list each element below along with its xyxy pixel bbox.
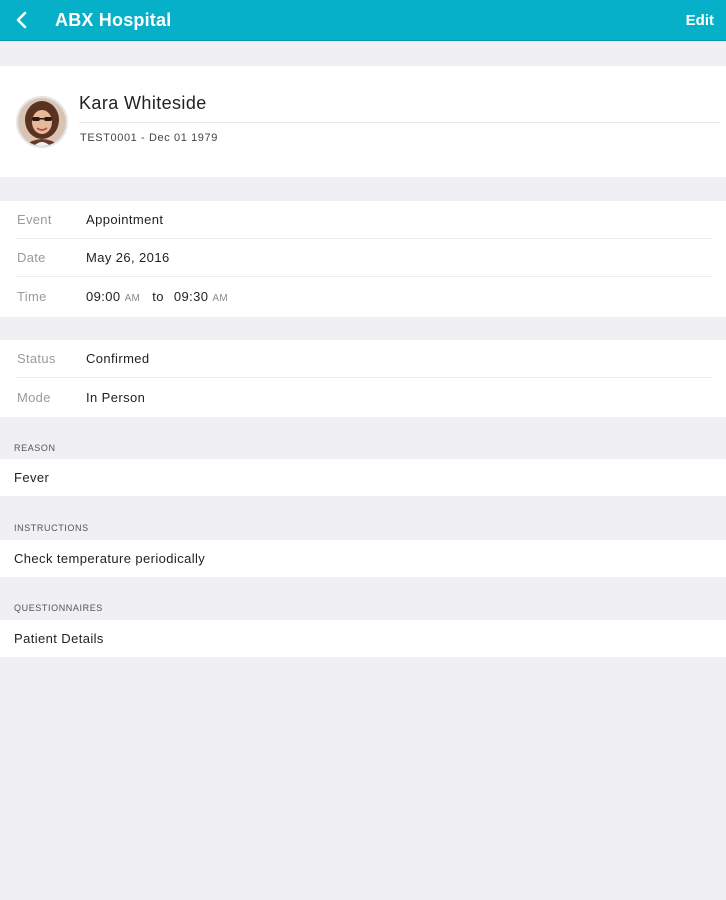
time-separator: to (152, 289, 164, 304)
instructions-row: Check temperature periodically (0, 540, 726, 577)
divider (16, 276, 712, 277)
instructions-value: Check temperature periodically (14, 551, 206, 566)
time-label: Time (17, 289, 47, 304)
time-row: Time 09:00 AM to 09:30 AM (0, 278, 726, 316)
divider (16, 377, 712, 378)
divider (79, 122, 720, 123)
date-label: Date (17, 250, 46, 265)
back-button[interactable] (8, 6, 36, 34)
start-time: 09:00 (86, 289, 121, 304)
status-label: Status (17, 351, 56, 366)
mode-label: Mode (17, 390, 51, 405)
status-details-card: Status Confirmed Mode In Person (0, 340, 726, 417)
event-value: Appointment (86, 212, 164, 227)
patient-card: Kara Whiteside TEST0001 - Dec 01 1979 (0, 66, 726, 177)
time-value: 09:00 AM to 09:30 AM (86, 289, 228, 304)
event-details-card: Event Appointment Date May 26, 2016 Time… (0, 201, 726, 317)
mode-value: In Person (86, 390, 146, 405)
avatar (16, 96, 68, 148)
date-row: Date May 26, 2016 (0, 239, 726, 277)
questionnaire-item[interactable]: Patient Details (0, 620, 726, 657)
status-value: Confirmed (86, 351, 150, 366)
chevron-left-icon (16, 11, 27, 29)
page-title: ABX Hospital (55, 10, 172, 30)
app-header: ABX Hospital Edit (0, 0, 726, 41)
end-ampm: AM (212, 293, 229, 304)
event-row: Event Appointment (0, 201, 726, 239)
instructions-header: INSTRUCTIONS (14, 523, 89, 533)
end-time: 09:30 (173, 289, 209, 304)
questionnaire-label: Patient Details (14, 631, 104, 646)
status-row: Status Confirmed (0, 340, 726, 378)
patient-id-dob: TEST0001 - Dec 01 1979 (80, 132, 218, 144)
reason-header: REASON (14, 443, 56, 453)
reason-row: Fever (0, 459, 726, 496)
date-value: May 26, 2016 (86, 250, 170, 265)
start-ampm: AM (124, 293, 141, 304)
mode-row: Mode In Person (0, 379, 726, 417)
patient-name: Kara Whiteside (79, 93, 207, 113)
avatar-image (18, 98, 66, 146)
reason-value: Fever (14, 470, 50, 485)
edit-button[interactable]: Edit (686, 12, 714, 29)
event-label: Event (17, 212, 52, 227)
questionnaires-header: QUESTIONNAIRES (14, 603, 103, 613)
